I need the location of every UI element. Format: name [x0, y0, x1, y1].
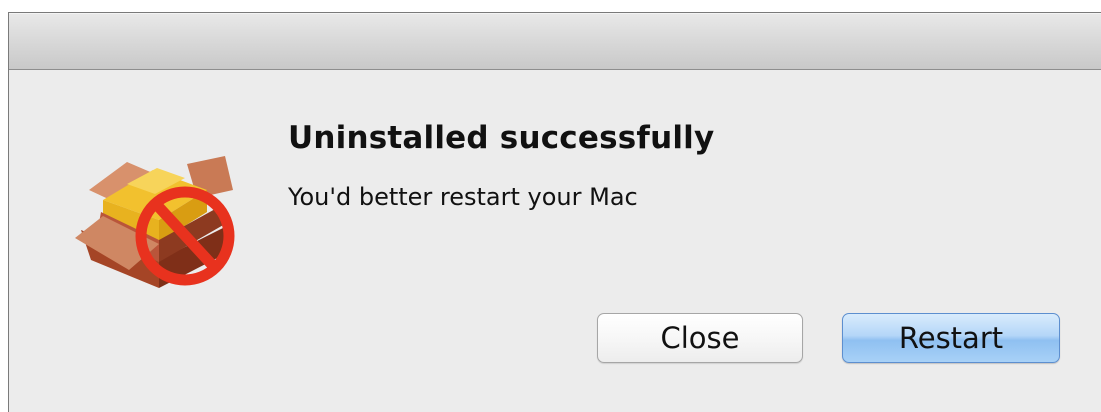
dialog-content: Uninstalled successfully You'd better re…	[9, 70, 1101, 412]
close-button[interactable]: Close	[597, 313, 803, 363]
dialog-message: You'd better restart your Mac	[288, 183, 638, 211]
window-titlebar[interactable]	[9, 13, 1101, 70]
dialog-window: Uninstalled successfully You'd better re…	[8, 12, 1101, 412]
dialog-title: Uninstalled successfully	[288, 120, 715, 156]
restart-button[interactable]: Restart	[842, 313, 1060, 363]
package-prohibited-icon	[67, 120, 247, 290]
